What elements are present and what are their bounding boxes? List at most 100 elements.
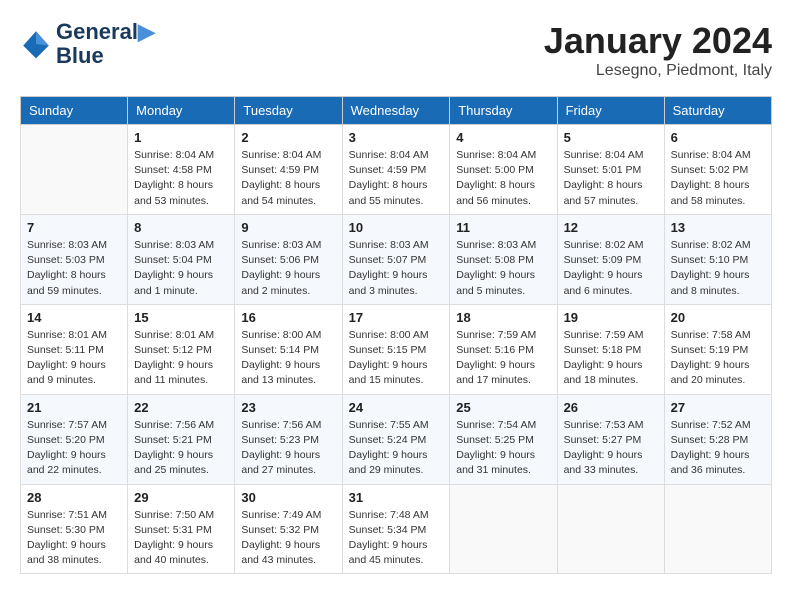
day-info: Sunrise: 8:03 AMSunset: 5:04 PMDaylight:…: [134, 238, 228, 299]
day-number: 14: [27, 310, 121, 325]
calendar-cell: 10 Sunrise: 8:03 AMSunset: 5:07 PMDayligh…: [342, 214, 450, 304]
calendar-cell: 14 Sunrise: 8:01 AMSunset: 5:11 PMDayligh…: [21, 304, 128, 394]
calendar-week-4: 21Sunrise: 7:57 AMSunset: 5:20 PMDayligh…: [21, 394, 772, 484]
calendar-cell: 25 Sunrise: 7:54 AMSunset: 5:25 PMDayligh…: [450, 394, 557, 484]
day-info: Sunrise: 7:48 AMSunset: 5:34 PMDaylight:…: [349, 508, 444, 569]
calendar-cell: [450, 484, 557, 574]
weekday-header-sunday: Sunday: [21, 97, 128, 125]
day-info: Sunrise: 8:04 AMSunset: 5:00 PMDaylight:…: [456, 148, 550, 209]
day-number: 16: [241, 310, 335, 325]
calendar-cell: 5 Sunrise: 8:04 AMSunset: 5:01 PMDaylight…: [557, 125, 664, 215]
day-number: 25: [456, 400, 550, 415]
calendar-cell: 24Sunrise: 7:55 AMSunset: 5:24 PMDayligh…: [342, 394, 450, 484]
calendar-cell: 4 Sunrise: 8:04 AMSunset: 5:00 PMDaylight…: [450, 125, 557, 215]
weekday-header-thursday: Thursday: [450, 97, 557, 125]
day-info: Sunrise: 7:55 AMSunset: 5:24 PMDaylight:…: [349, 418, 444, 479]
weekday-header-friday: Friday: [557, 97, 664, 125]
weekday-header-tuesday: Tuesday: [235, 97, 342, 125]
day-number: 28: [27, 490, 121, 505]
day-number: 4: [456, 130, 550, 145]
calendar-table: SundayMondayTuesdayWednesdayThursdayFrid…: [20, 96, 772, 574]
day-number: 2: [241, 130, 335, 145]
day-info: Sunrise: 7:53 AMSunset: 5:27 PMDaylight:…: [564, 418, 658, 479]
day-info: Sunrise: 8:04 AMSunset: 4:59 PMDaylight:…: [349, 148, 444, 209]
day-info: Sunrise: 8:03 AMSunset: 5:07 PMDaylight:…: [349, 238, 444, 299]
day-info: Sunrise: 8:04 AMSunset: 5:02 PMDaylight:…: [671, 148, 765, 209]
calendar-cell: 19 Sunrise: 7:59 AMSunset: 5:18 PMDayligh…: [557, 304, 664, 394]
day-info: Sunrise: 8:04 AMSunset: 5:01 PMDaylight:…: [564, 148, 658, 209]
calendar-cell: 20 Sunrise: 7:58 AMSunset: 5:19 PMDayligh…: [664, 304, 771, 394]
calendar-cell: 28 Sunrise: 7:51 AMSunset: 5:30 PMDayligh…: [21, 484, 128, 574]
calendar-cell: [21, 125, 128, 215]
day-number: 10: [349, 220, 444, 235]
day-number: 12: [564, 220, 658, 235]
day-info: Sunrise: 7:50 AMSunset: 5:31 PMDaylight:…: [134, 508, 228, 569]
day-number: 17: [349, 310, 444, 325]
day-number: 6: [671, 130, 765, 145]
day-info: Sunrise: 7:49 AMSunset: 5:32 PMDaylight:…: [241, 508, 335, 569]
day-info: Sunrise: 7:57 AMSunset: 5:20 PMDaylight:…: [27, 418, 121, 479]
calendar-cell: 31 Sunrise: 7:48 AMSunset: 5:34 PMDayligh…: [342, 484, 450, 574]
calendar-week-1: 1Sunrise: 8:04 AMSunset: 4:58 PMDaylight…: [21, 125, 772, 215]
day-info: Sunrise: 8:03 AMSunset: 5:06 PMDaylight:…: [241, 238, 335, 299]
calendar-cell: 13 Sunrise: 8:02 AMSunset: 5:10 PMDayligh…: [664, 214, 771, 304]
location: Lesegno, Piedmont, Italy: [544, 62, 772, 80]
day-info: Sunrise: 7:54 AMSunset: 5:25 PMDaylight:…: [456, 418, 550, 479]
day-number: 31: [349, 490, 444, 505]
calendar-cell: 12 Sunrise: 8:02 AMSunset: 5:09 PMDayligh…: [557, 214, 664, 304]
calendar-week-3: 14 Sunrise: 8:01 AMSunset: 5:11 PMDayligh…: [21, 304, 772, 394]
calendar-week-5: 28 Sunrise: 7:51 AMSunset: 5:30 PMDayligh…: [21, 484, 772, 574]
calendar-cell: 26 Sunrise: 7:53 AMSunset: 5:27 PMDayligh…: [557, 394, 664, 484]
calendar-cell: [557, 484, 664, 574]
day-info: Sunrise: 7:51 AMSunset: 5:30 PMDaylight:…: [27, 508, 121, 569]
calendar-week-2: 7 Sunrise: 8:03 AMSunset: 5:03 PMDaylight…: [21, 214, 772, 304]
day-number: 9: [241, 220, 335, 235]
day-number: 20: [671, 310, 765, 325]
day-info: Sunrise: 8:01 AMSunset: 5:11 PMDaylight:…: [27, 328, 121, 389]
calendar-body: 1Sunrise: 8:04 AMSunset: 4:58 PMDaylight…: [21, 125, 772, 574]
day-number: 11: [456, 220, 550, 235]
day-number: 15: [134, 310, 228, 325]
day-info: Sunrise: 8:03 AMSunset: 5:08 PMDaylight:…: [456, 238, 550, 299]
calendar-cell: 7 Sunrise: 8:03 AMSunset: 5:03 PMDaylight…: [21, 214, 128, 304]
day-number: 19: [564, 310, 658, 325]
calendar-cell: 30 Sunrise: 7:49 AMSunset: 5:32 PMDayligh…: [235, 484, 342, 574]
day-number: 30: [241, 490, 335, 505]
page-header: General▶ Blue January 2024 Lesegno, Pied…: [20, 20, 772, 80]
day-number: 23: [241, 400, 335, 415]
weekday-header-saturday: Saturday: [664, 97, 771, 125]
day-number: 3: [349, 130, 444, 145]
weekday-header-wednesday: Wednesday: [342, 97, 450, 125]
calendar-cell: 23 Sunrise: 7:56 AMSunset: 5:23 PMDayligh…: [235, 394, 342, 484]
day-number: 1: [134, 130, 228, 145]
day-number: 18: [456, 310, 550, 325]
day-info: Sunrise: 7:52 AMSunset: 5:28 PMDaylight:…: [671, 418, 765, 479]
calendar-cell: 18 Sunrise: 7:59 AMSunset: 5:16 PMDayligh…: [450, 304, 557, 394]
day-number: 7: [27, 220, 121, 235]
day-number: 26: [564, 400, 658, 415]
day-number: 5: [564, 130, 658, 145]
day-info: Sunrise: 7:59 AMSunset: 5:18 PMDaylight:…: [564, 328, 658, 389]
logo: General▶ Blue: [20, 20, 155, 68]
day-info: Sunrise: 8:04 AMSunset: 4:59 PMDaylight:…: [241, 148, 335, 209]
day-number: 27: [671, 400, 765, 415]
day-info: Sunrise: 8:02 AMSunset: 5:09 PMDaylight:…: [564, 238, 658, 299]
month-title: January 2024: [544, 20, 772, 62]
calendar-cell: 6 Sunrise: 8:04 AMSunset: 5:02 PMDaylight…: [664, 125, 771, 215]
day-info: Sunrise: 7:56 AMSunset: 5:23 PMDaylight:…: [241, 418, 335, 479]
day-number: 13: [671, 220, 765, 235]
day-info: Sunrise: 7:59 AMSunset: 5:16 PMDaylight:…: [456, 328, 550, 389]
day-number: 8: [134, 220, 228, 235]
day-info: Sunrise: 7:58 AMSunset: 5:19 PMDaylight:…: [671, 328, 765, 389]
calendar-cell: 8 Sunrise: 8:03 AMSunset: 5:04 PMDaylight…: [128, 214, 235, 304]
calendar-cell: 1Sunrise: 8:04 AMSunset: 4:58 PMDaylight…: [128, 125, 235, 215]
calendar-cell: 2 Sunrise: 8:04 AMSunset: 4:59 PMDaylight…: [235, 125, 342, 215]
day-info: Sunrise: 8:03 AMSunset: 5:03 PMDaylight:…: [27, 238, 121, 299]
day-info: Sunrise: 8:00 AMSunset: 5:14 PMDaylight:…: [241, 328, 335, 389]
calendar-cell: [664, 484, 771, 574]
weekday-header-monday: Monday: [128, 97, 235, 125]
day-info: Sunrise: 8:02 AMSunset: 5:10 PMDaylight:…: [671, 238, 765, 299]
day-info: Sunrise: 8:00 AMSunset: 5:15 PMDaylight:…: [349, 328, 444, 389]
day-number: 22: [134, 400, 228, 415]
logo-text: General▶ Blue: [56, 20, 155, 68]
